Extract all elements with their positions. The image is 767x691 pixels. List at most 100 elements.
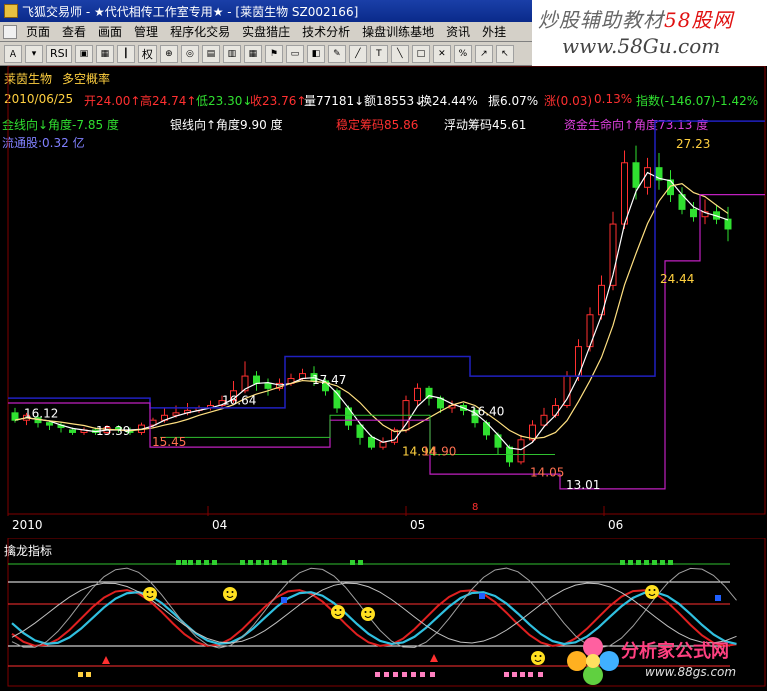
- cross-icon[interactable]: ✕: [432, 44, 451, 63]
- signal-square-green: [282, 560, 287, 565]
- signal-square-green: [248, 560, 253, 565]
- chart-area[interactable]: 莱茵生物 多空概率 2010/06/25 开24.00↑ 高24.74↑ 低23…: [0, 66, 767, 691]
- buy-triangle-icon: [102, 656, 110, 664]
- candle-body: [11, 412, 19, 421]
- signal-square-green: [240, 560, 245, 565]
- candle-body: [379, 441, 387, 448]
- arrow-icon[interactable]: ↗: [474, 44, 493, 63]
- candle-body: [368, 436, 375, 448]
- watermark-text-b: 58股网: [664, 8, 734, 32]
- menu-manage[interactable]: 管理: [128, 23, 164, 40]
- candle-icon[interactable]: ┃: [116, 44, 135, 63]
- menu-plugin[interactable]: 外挂: [476, 23, 512, 40]
- flag-icon[interactable]: ⚑: [264, 44, 283, 63]
- candle-body: [517, 439, 525, 463]
- signal-diamond-blue: [281, 597, 287, 603]
- candle-body: [540, 414, 548, 426]
- watermark-url: www.58Gu.com: [562, 34, 721, 58]
- candle-body: [69, 429, 76, 433]
- price-label: 16.64: [222, 394, 256, 408]
- signal-square-green: [620, 560, 625, 565]
- people-icon[interactable]: ◎: [180, 44, 199, 63]
- price-label: 14.05: [530, 466, 564, 480]
- signal-square-green: [272, 560, 277, 565]
- window-icon[interactable]: ▣: [74, 44, 93, 63]
- candle-body: [598, 284, 605, 316]
- candle-body: [253, 375, 260, 384]
- signal-square-pink: [430, 672, 435, 677]
- candle-body: [414, 387, 421, 402]
- line-icon[interactable]: ╲: [390, 44, 409, 63]
- smiley-icon: [531, 651, 545, 665]
- book-icon[interactable]: ▭: [285, 44, 304, 63]
- table-icon[interactable]: ▦: [243, 44, 262, 63]
- menu-program-trading[interactable]: 程序化交易: [164, 23, 236, 40]
- signal-square-pink: [384, 672, 389, 677]
- price-label: 24.44: [660, 272, 694, 286]
- watermark-58gu: 炒股辅助教材58股网 www.58Gu.com: [532, 0, 767, 66]
- square-icon[interactable]: □: [411, 44, 430, 63]
- axis-marker: 8: [472, 502, 479, 513]
- smiley-eye: [151, 591, 154, 593]
- axis-label-05: 05: [410, 518, 426, 532]
- window-title: 飞狐交易师 - ★代代相传工作室专用★ - [莱茵生物 SZ002166]: [22, 4, 359, 19]
- signal-diamond-blue: [715, 595, 721, 601]
- candle-body: [724, 218, 732, 230]
- menu-picture[interactable]: 画面: [92, 23, 128, 40]
- signal-diamond-blue: [479, 593, 485, 599]
- chart-icon[interactable]: ▤: [201, 44, 220, 63]
- folder-icon[interactable]: ◧: [306, 44, 325, 63]
- menu-news[interactable]: 资讯: [440, 23, 476, 40]
- smiley-eye: [364, 611, 367, 613]
- candlestick-chart[interactable]: 16.1215.3915.4516.6417.4714.9414.9016.40…: [0, 66, 767, 516]
- ruler-icon[interactable]: ╱: [348, 44, 367, 63]
- watermark-88gs: 分析家公式网 www.88gs.com: [563, 631, 763, 689]
- zoom-icon[interactable]: ⊕: [159, 44, 178, 63]
- candle-body: [690, 208, 697, 218]
- smiley-eye: [339, 609, 342, 611]
- system-menu-icon[interactable]: [3, 24, 17, 39]
- candle-body: [264, 382, 272, 389]
- flower-logo-icon: [567, 637, 619, 685]
- menu-training[interactable]: 操盘训练基地: [356, 23, 440, 40]
- price-label: 16.40: [470, 404, 504, 418]
- signal-square-pink: [504, 672, 509, 677]
- text-icon[interactable]: T: [369, 44, 388, 63]
- percent-icon[interactable]: %: [453, 44, 472, 63]
- signal-square-green: [176, 560, 181, 565]
- cursor-icon[interactable]: ↖: [495, 44, 514, 63]
- candle-body: [552, 404, 559, 416]
- menu-view[interactable]: 查看: [56, 23, 92, 40]
- smiley-eye: [534, 655, 537, 657]
- signal-square-green: [668, 560, 673, 565]
- watermark-brand: 分析家公式网: [621, 641, 729, 662]
- watermark-text-a: 炒股辅助教材: [538, 8, 664, 32]
- smiley-icon: [331, 605, 345, 619]
- signal-square-green: [644, 560, 649, 565]
- smiley-eye: [648, 589, 651, 591]
- signal-square-yellow: [78, 672, 83, 677]
- text-tool-icon[interactable]: Ａ: [4, 44, 22, 63]
- buy-triangle-icon: [430, 654, 438, 662]
- smiley-icon: [223, 587, 237, 601]
- signal-square-green: [358, 560, 363, 565]
- pencil-icon[interactable]: ✎: [327, 44, 346, 63]
- grid-icon[interactable]: ▦: [95, 44, 114, 63]
- menu-hunt[interactable]: 实盘猎庄: [236, 23, 296, 40]
- axis-label-04: 04: [212, 518, 228, 532]
- menu-tech-analysis[interactable]: 技术分析: [296, 23, 356, 40]
- rsi-button[interactable]: RSI: [46, 44, 72, 63]
- quan-dropdown[interactable]: 权: [137, 44, 157, 63]
- signal-square-pink: [375, 672, 380, 677]
- candle-body: [356, 424, 364, 438]
- menu-page[interactable]: 页面: [20, 23, 56, 40]
- signal-square-green: [264, 560, 269, 565]
- bars-icon[interactable]: ▥: [222, 44, 241, 63]
- axis-label-06: 06: [608, 518, 624, 532]
- axis-label-2010: 2010: [12, 518, 43, 532]
- price-label: 15.45: [152, 435, 186, 449]
- signal-square-pink: [512, 672, 517, 677]
- signal-square-green: [196, 560, 201, 565]
- dropdown-icon[interactable]: ▾: [25, 44, 43, 63]
- signal-square-green: [628, 560, 633, 565]
